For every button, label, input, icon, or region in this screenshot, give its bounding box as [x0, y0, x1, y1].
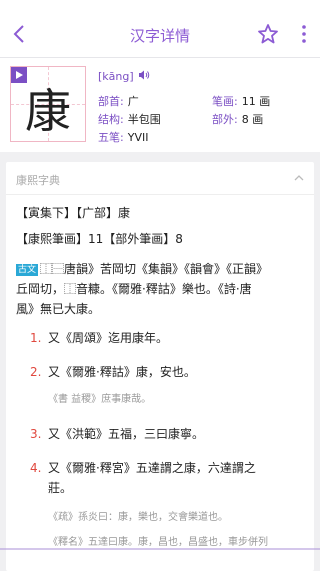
- stroke-count-value: 11 画: [241, 95, 271, 108]
- outer-strokes-value: 8 画: [241, 113, 264, 126]
- definition-item: 1. 又《周頌》迄用康年。: [16, 328, 304, 348]
- top-bar: 汉字详情: [0, 0, 320, 58]
- wubi-label: 五笔:: [98, 131, 124, 144]
- character-summary: 康 [kāng] 部首: 广 笔画: 11 画 结构: 半包围 部外: 8 画 五笔: Y…: [0, 58, 320, 152]
- definition-quote: 《疏》孫炎曰：康，樂也，交會樂道也。: [48, 512, 228, 523]
- structure-label: 结构:: [98, 113, 124, 126]
- guwen-tag: 古文: [16, 264, 39, 276]
- definition-number: 1.: [30, 331, 42, 345]
- bottom-indicator: [0, 548, 320, 550]
- definition-quote: 《書 益稷》庶事康哉。: [48, 394, 152, 405]
- stroke-count-field: 笔画: 11 画: [212, 93, 270, 109]
- stroke-line: 【康熙筆画】11【部外筆画】8: [16, 232, 183, 246]
- wubi-value: YVII: [127, 131, 149, 144]
- favorite-star-icon[interactable]: [256, 22, 280, 46]
- play-stroke-icon[interactable]: [11, 67, 27, 83]
- main-entry: 古文 ⿰⿱唐韻》苦岡切《集韻》《韻會》《正韻》 丘岡切，⿰音糠。《爾雅·釋詁》樂也…: [16, 259, 306, 319]
- definition-number: 3.: [30, 427, 42, 441]
- outer-strokes-label: 部外:: [212, 113, 238, 126]
- speaker-icon[interactable]: [137, 68, 151, 82]
- radical-value: 广: [127, 95, 139, 108]
- more-options-icon[interactable]: [300, 22, 308, 46]
- structure-value: 半包围: [127, 113, 161, 126]
- definition-number: 4.: [30, 461, 42, 475]
- main-entry-line1: ⿰⿱唐韻》苦岡切《集韻》《韻會》《正韻》: [40, 262, 269, 276]
- definition-item: 4. 又《爾雅·釋宮》五達謂之康，六達謂之 莊。: [16, 458, 304, 498]
- wubi-field: 五笔: YVII: [98, 129, 148, 145]
- definition-quote: 《釋名》五達曰康。康，昌也，昌盛也，車步併列: [48, 537, 268, 548]
- character-box[interactable]: 康: [10, 66, 86, 142]
- chevron-up-icon[interactable]: [292, 171, 306, 185]
- kangxi-dictionary-card: 康熙字典 【寅集下】【广部】康 【康熙筆画】11【部外筆画】8 古文 ⿰⿱唐韻》苦…: [6, 162, 314, 571]
- definition-item: 2. 又《爾雅·釋詁》康，安也。: [16, 362, 304, 382]
- divider: [6, 194, 314, 195]
- stroke-count-label: 笔画:: [212, 95, 238, 108]
- character-glyph: 康: [25, 84, 71, 138]
- structure-field: 结构: 半包围: [98, 111, 161, 127]
- outer-strokes-field: 部外: 8 画: [212, 111, 263, 127]
- definition-text-cont: 莊。: [48, 481, 73, 495]
- radical-label: 部首:: [98, 95, 124, 108]
- definition-text: 又《周頌》迄用康年。: [48, 331, 169, 345]
- definition-item: 3. 又《洪範》五福，三曰康寧。: [16, 424, 304, 444]
- definition-text: 又《爾雅·釋宮》五達謂之康，六達謂之: [48, 461, 256, 475]
- section-title: 康熙字典: [16, 174, 60, 187]
- definition-number: 2.: [30, 365, 42, 379]
- definition-text: 又《洪範》五福，三曰康寧。: [48, 427, 205, 441]
- pinyin-text: [kāng]: [98, 70, 134, 83]
- radical-field: 部首: 广: [98, 93, 139, 109]
- main-entry-line2: 丘岡切，⿰音糠。《爾雅·釋詁》樂也。《詩·唐: [16, 282, 252, 296]
- volume-line: 【寅集下】【广部】康: [16, 206, 131, 220]
- definition-text: 又《爾雅·釋詁》康，安也。: [48, 365, 196, 379]
- main-entry-line3: 風》無已大康。: [16, 302, 101, 316]
